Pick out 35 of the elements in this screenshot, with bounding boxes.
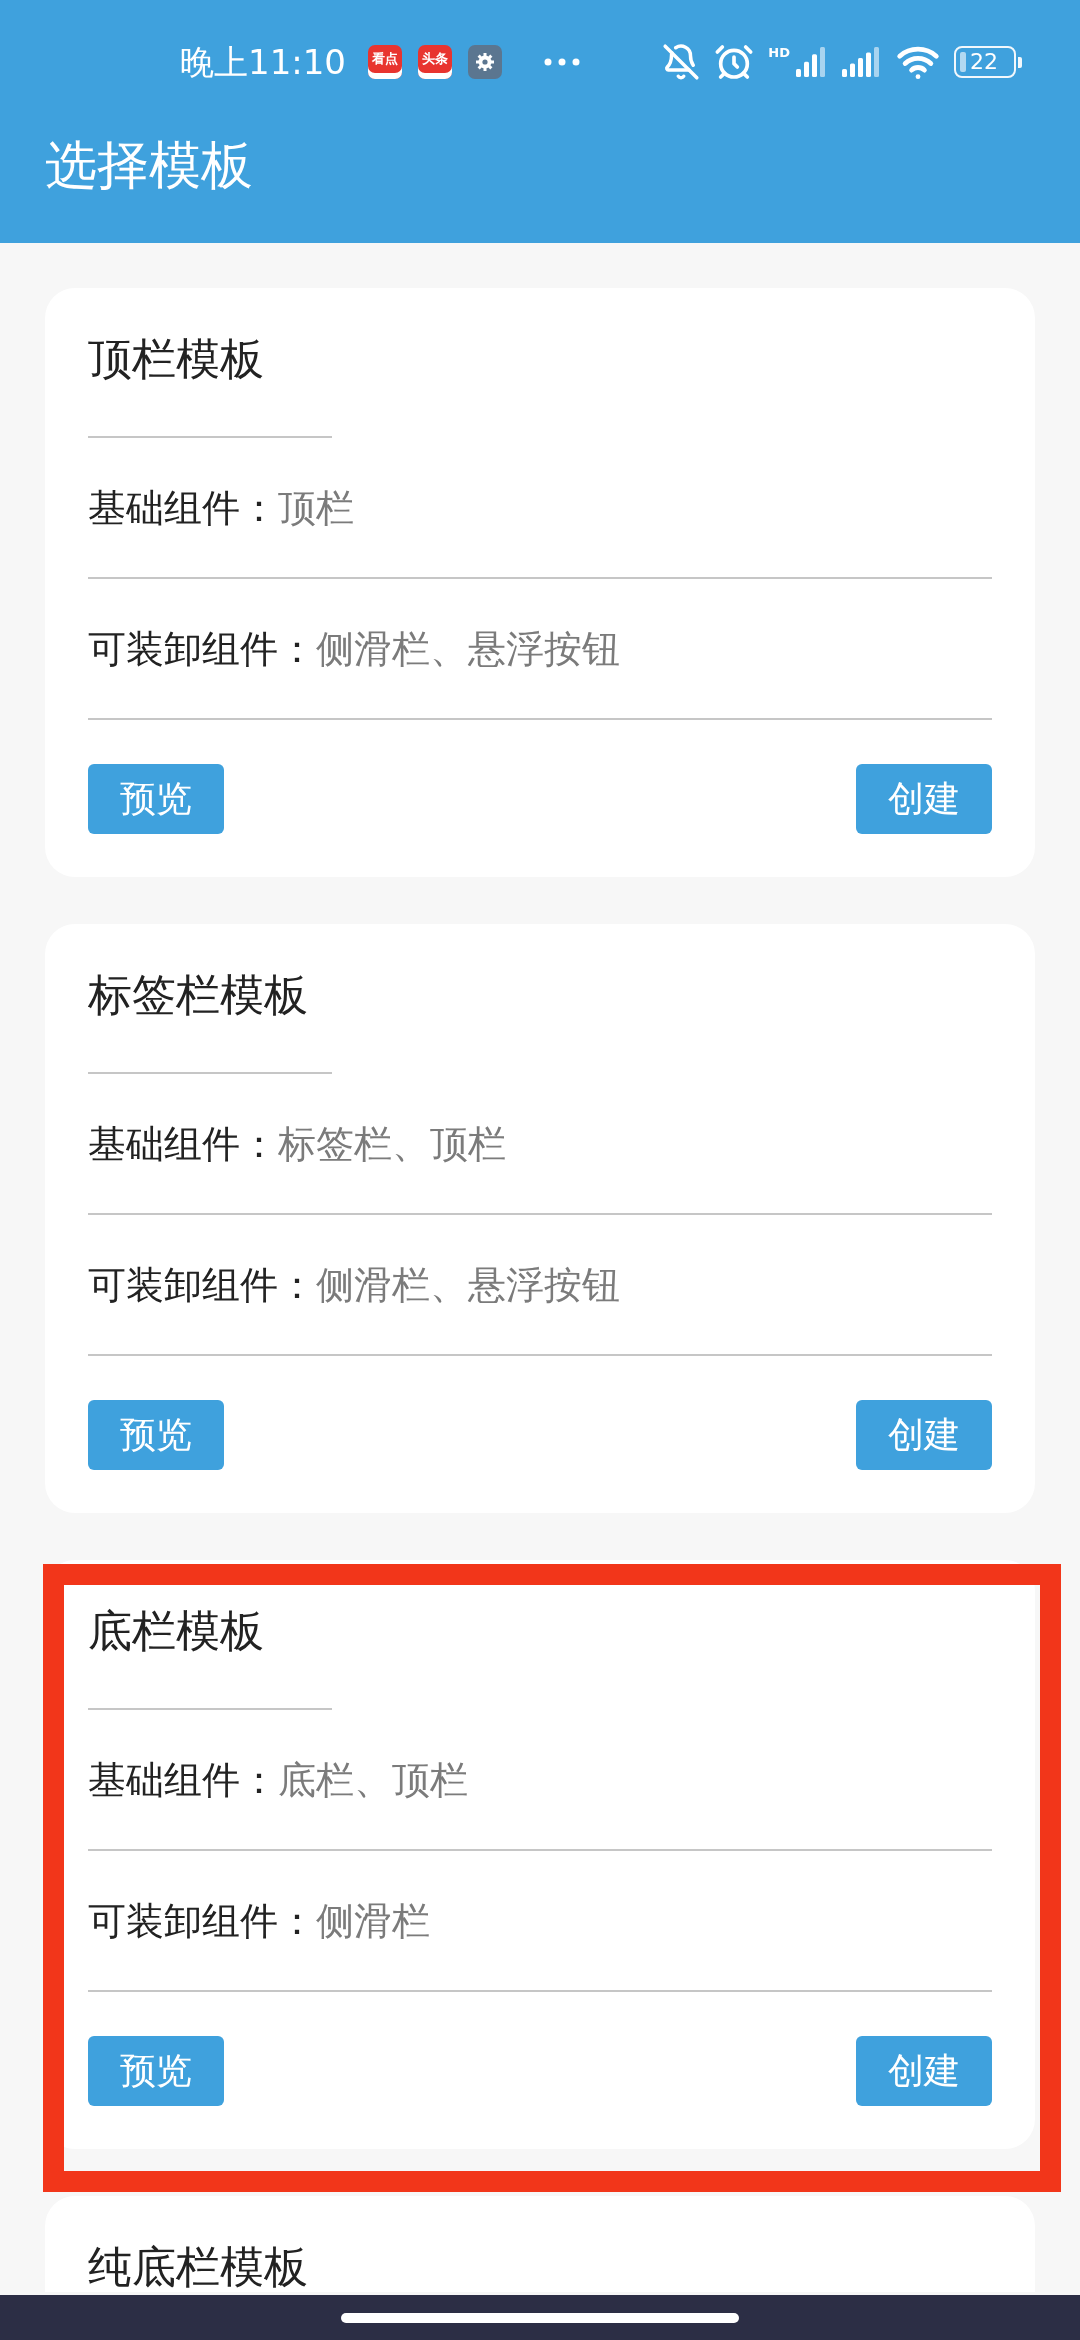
- more-dots-icon: [544, 58, 580, 66]
- card-title: 标签栏模板: [88, 972, 309, 1018]
- preview-button[interactable]: 预览: [88, 1400, 224, 1470]
- field-label: 可装卸组件：: [88, 626, 316, 671]
- preview-button[interactable]: 预览: [88, 764, 224, 834]
- network-type-label: HD: [768, 46, 790, 60]
- create-button[interactable]: 创建: [856, 1400, 992, 1470]
- create-button[interactable]: 创建: [856, 764, 992, 834]
- card-title: 纯底栏模板: [88, 2244, 309, 2290]
- gear-icon: [468, 45, 502, 79]
- signal-icon: [796, 47, 828, 77]
- field-value: 侧滑栏、悬浮按钮: [316, 1262, 620, 1307]
- home-indicator[interactable]: [341, 2312, 739, 2323]
- page-title: 选择模板: [45, 135, 253, 195]
- create-button[interactable]: 创建: [856, 2036, 992, 2106]
- field-value: 标签栏、顶栏: [278, 1121, 506, 1166]
- field-label: 基础组件：: [88, 485, 278, 530]
- field-label: 基础组件：: [88, 1757, 278, 1802]
- bell-off-icon: [662, 43, 701, 81]
- field-value: 底栏、顶栏: [278, 1757, 468, 1802]
- preview-button[interactable]: 预览: [88, 2036, 224, 2106]
- field-value: 侧滑栏: [316, 1898, 430, 1943]
- card-title: 底栏模板: [88, 1608, 265, 1654]
- alarm-clock-icon: [714, 42, 755, 82]
- signal-icon: [842, 47, 882, 77]
- field-label: 基础组件：: [88, 1121, 278, 1166]
- field-label: 可装卸组件：: [88, 1262, 316, 1307]
- battery-indicator: 22: [954, 46, 1022, 78]
- card-title: 顶栏模板: [88, 336, 265, 382]
- app-notification: 头条: [418, 45, 452, 79]
- field-value: 侧滑栏、悬浮按钮: [316, 626, 620, 671]
- field-value: 顶栏: [278, 485, 354, 530]
- status-time: 晚上11:10: [180, 42, 346, 82]
- field-label: 可装卸组件：: [88, 1898, 316, 1943]
- app-notification: 看点: [368, 45, 402, 79]
